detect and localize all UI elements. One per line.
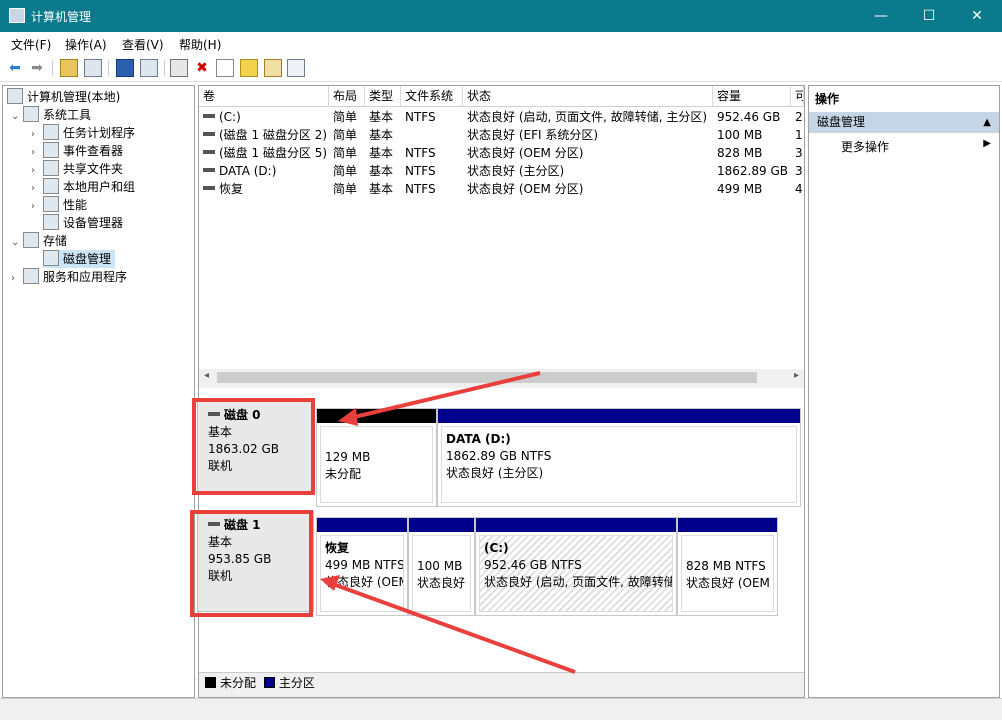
arrow-head-2	[320, 575, 340, 591]
status-bar	[0, 698, 1002, 720]
arrow-line-2	[329, 581, 576, 674]
annotation-arrows	[320, 371, 576, 674]
arrow-line-1	[349, 371, 541, 420]
arrow-head-1	[338, 408, 358, 426]
